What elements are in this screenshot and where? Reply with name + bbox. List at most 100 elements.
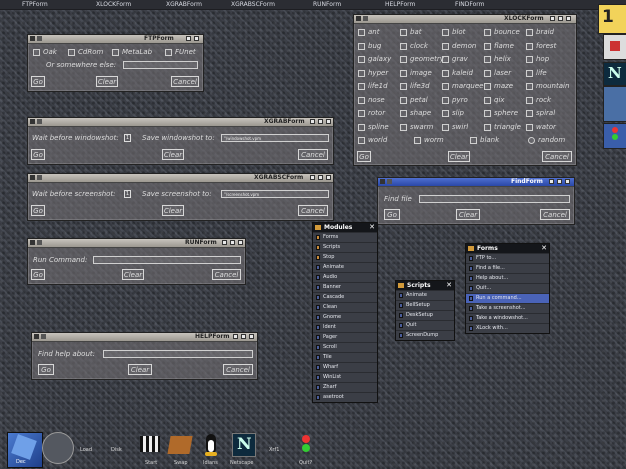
close-icon[interactable] (238, 240, 243, 245)
menu-item[interactable]: ScreenDump (396, 330, 454, 340)
checkbox-marquee[interactable] (442, 83, 449, 90)
checkbox-geometry[interactable] (400, 56, 407, 63)
title-bar[interactable]: HELPForm (32, 333, 257, 342)
menu-item[interactable]: Tile (313, 352, 377, 362)
window-menu-icon[interactable] (30, 240, 35, 245)
close-icon[interactable] (194, 36, 199, 41)
netscape-dock-icon[interactable]: N (232, 433, 256, 457)
menu-item[interactable]: Scripts (313, 242, 377, 252)
menu-item[interactable]: DeskSetup (396, 310, 454, 320)
menu-item[interactable]: Banner (313, 282, 377, 292)
checkbox-random[interactable] (528, 137, 535, 144)
menu-item[interactable]: asetroot (313, 392, 377, 402)
minimize-icon[interactable] (186, 36, 191, 41)
wait-spinner[interactable]: 1 (124, 134, 131, 142)
title-bar[interactable]: XGRABSCForm (28, 174, 333, 183)
checkbox-braid[interactable] (526, 29, 533, 36)
checkbox-triangle[interactable] (484, 123, 491, 131)
menu-item[interactable]: Clean (313, 302, 377, 312)
checkbox-bat[interactable] (400, 29, 407, 36)
checkbox-oak[interactable] (33, 49, 40, 56)
maximize-icon[interactable] (557, 179, 562, 184)
somewhere-input[interactable] (123, 61, 198, 69)
checkbox-cdrom[interactable] (68, 49, 75, 56)
iconify-icon[interactable] (37, 240, 42, 245)
go-button[interactable]: Go (38, 364, 54, 375)
minimize-icon[interactable] (310, 175, 315, 180)
checkbox-grav[interactable] (442, 56, 449, 63)
checkbox-laser[interactable] (484, 69, 491, 77)
checkbox-demon[interactable] (442, 42, 449, 50)
title-bar[interactable]: FTPForm (28, 35, 203, 44)
go-button[interactable]: Go (357, 151, 371, 162)
penguin-icon[interactable] (203, 434, 219, 456)
window-menu-icon[interactable] (30, 36, 35, 41)
task-xgrabscform[interactable]: XGRABSCForm (231, 0, 275, 9)
clear-button[interactable]: Clear (96, 76, 118, 87)
go-button[interactable]: Go (31, 205, 45, 216)
checkbox-ant[interactable] (358, 29, 365, 36)
clear-button[interactable]: Clear (448, 151, 470, 162)
window-menu-icon[interactable] (356, 16, 361, 21)
checkbox-flame[interactable] (484, 42, 491, 50)
checkbox-kaleid[interactable] (442, 69, 449, 77)
menu-item[interactable]: Forms (313, 232, 377, 242)
wait-spinner[interactable]: 1 (124, 190, 131, 198)
cancel-button[interactable]: Cancel (542, 151, 572, 162)
task-helpform[interactable]: HELPForm (385, 0, 415, 9)
desk-pager[interactable]: 1 (598, 4, 626, 34)
go-button[interactable]: Go (31, 269, 45, 280)
minimize-icon[interactable] (222, 240, 227, 245)
clear-button[interactable]: Clear (128, 364, 152, 375)
menu-item[interactable]: Animate (396, 290, 454, 300)
menu-item[interactable]: Find a file... (466, 263, 549, 273)
title-bar[interactable]: XLOCKForm (354, 15, 576, 24)
menu-item[interactable]: Zharf (313, 382, 377, 392)
cancel-button[interactable]: Cancel (298, 205, 328, 216)
find-file-input[interactable] (419, 195, 570, 203)
checkbox-sphere[interactable] (484, 110, 491, 117)
run-command-input[interactable] (93, 256, 241, 264)
box-icon[interactable] (167, 436, 193, 454)
minimize-icon[interactable] (310, 119, 315, 124)
clear-button[interactable]: Clear (456, 209, 480, 220)
close-icon[interactable] (326, 119, 331, 124)
mini-window-thumb[interactable] (603, 86, 626, 122)
close-icon[interactable] (565, 179, 570, 184)
pager-app-icon[interactable] (603, 34, 626, 60)
menu-header[interactable]: Modules ✕ (313, 223, 377, 232)
close-icon[interactable]: ✕ (446, 281, 452, 290)
checkbox-clock[interactable] (400, 42, 407, 50)
checkbox-world[interactable] (358, 137, 365, 144)
clear-button[interactable]: Clear (122, 269, 144, 280)
checkbox-petal[interactable] (400, 96, 407, 104)
iconify-icon[interactable] (387, 179, 392, 184)
iconify-icon[interactable] (363, 16, 368, 21)
checkbox-galaxy[interactable] (358, 56, 365, 63)
checkbox-image[interactable] (400, 69, 407, 77)
menu-item[interactable]: WinList (313, 372, 377, 382)
checkbox-life3d[interactable] (400, 83, 407, 90)
minimize-icon[interactable] (549, 179, 554, 184)
task-findform[interactable]: FINDForm (455, 0, 484, 9)
menu-item[interactable]: Ident (313, 322, 377, 332)
save-path-input[interactable]: "/screenshot.vpm (221, 190, 329, 198)
menu-item[interactable]: Audio (313, 272, 377, 282)
close-icon[interactable]: ✕ (369, 223, 375, 232)
checkbox-funet[interactable] (165, 49, 172, 56)
menu-item[interactable]: Animate (313, 262, 377, 272)
maximize-icon[interactable] (558, 16, 563, 21)
window-menu-icon[interactable] (30, 175, 35, 180)
checkbox-life1d[interactable] (358, 83, 365, 90)
title-bar[interactable]: FindForm (378, 178, 574, 187)
clear-button[interactable]: Clear (162, 149, 184, 160)
menu-item[interactable]: BellSetup (396, 300, 454, 310)
checkbox-rock[interactable] (526, 96, 533, 104)
quit-traffic-icon[interactable] (297, 434, 315, 456)
close-icon[interactable]: ✕ (541, 244, 547, 253)
window-menu-icon[interactable] (30, 119, 35, 124)
iconify-icon[interactable] (41, 334, 46, 339)
clear-button[interactable]: Clear (162, 205, 184, 216)
close-icon[interactable] (326, 175, 331, 180)
task-runform[interactable]: RUNForm (313, 0, 341, 9)
